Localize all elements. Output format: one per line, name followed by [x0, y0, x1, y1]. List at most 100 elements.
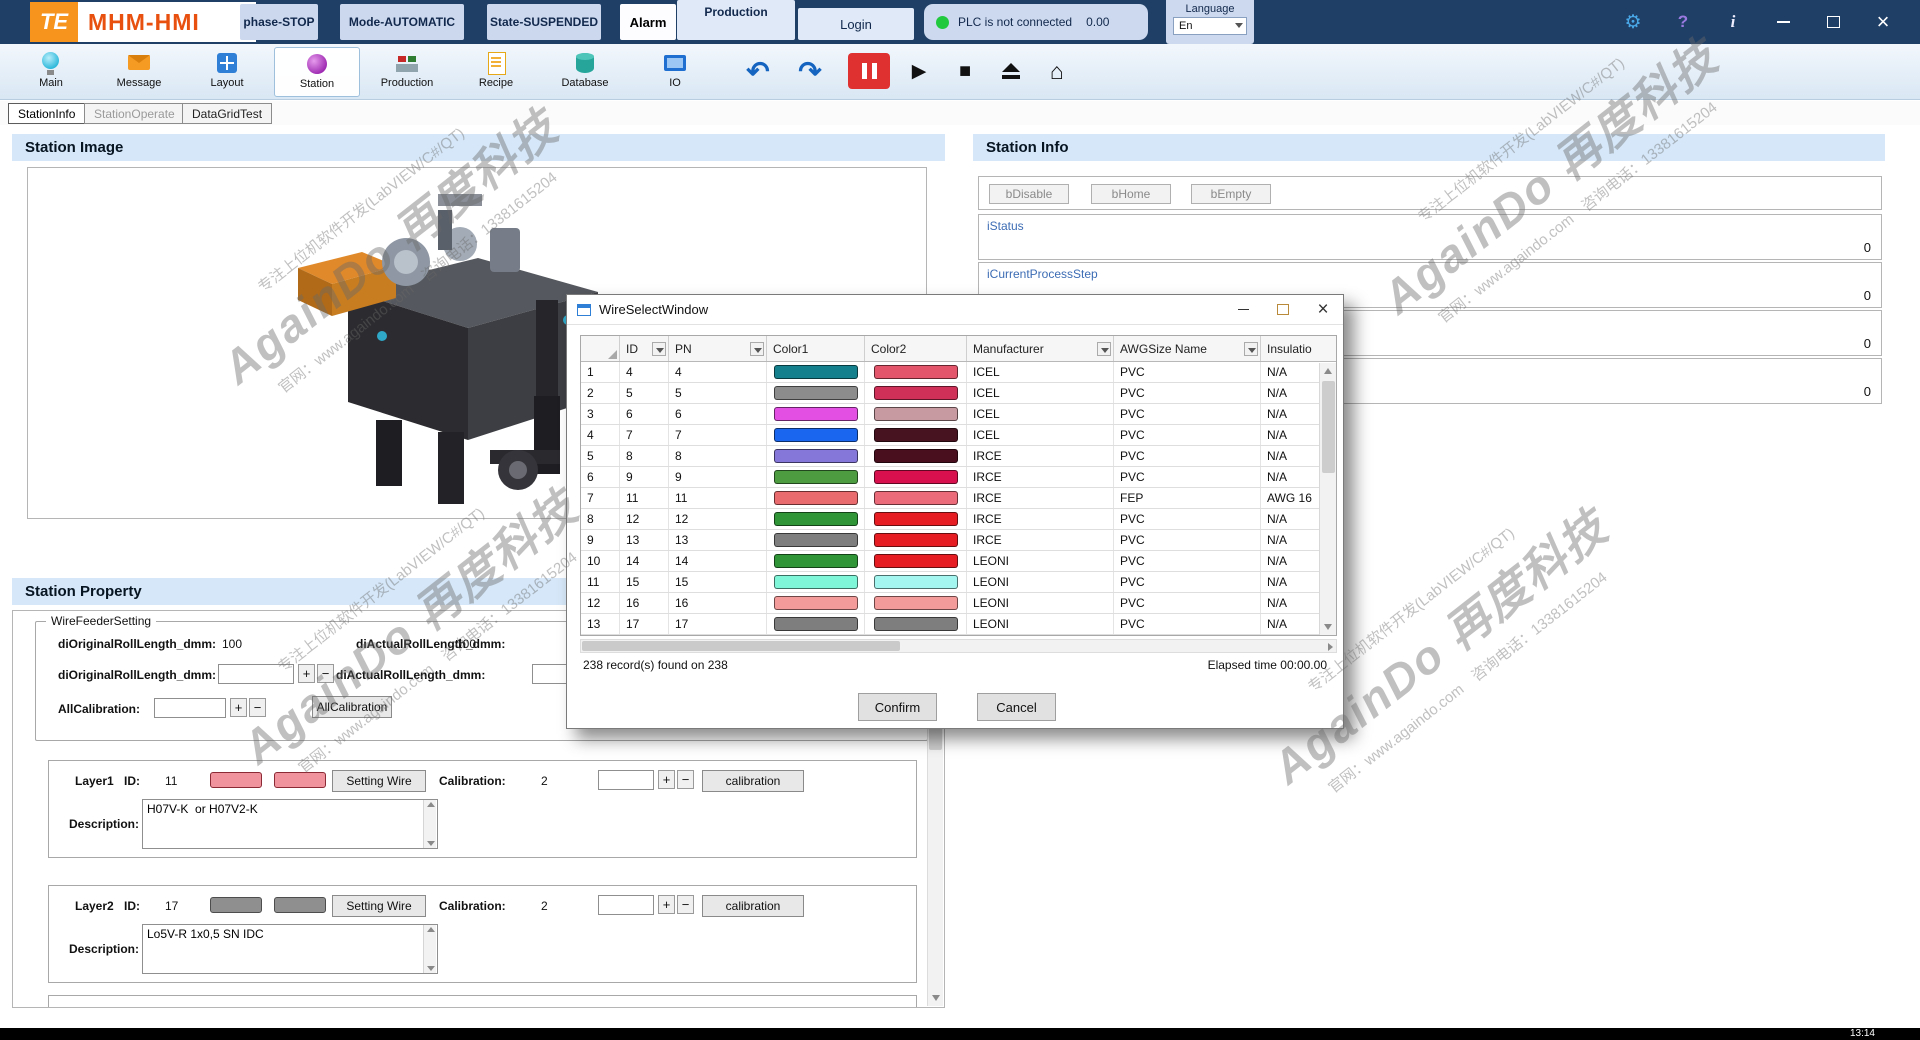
- state-status-button[interactable]: State-SUSPENDED: [487, 4, 601, 40]
- settings-icon[interactable]: [1612, 0, 1654, 44]
- allcalibration-input[interactable]: [154, 698, 226, 718]
- phase-status-button[interactable]: phase-STOP: [240, 4, 318, 40]
- increment-button[interactable]: +: [230, 698, 247, 717]
- dialog-close-button[interactable]: [1303, 295, 1343, 325]
- textarea-scrollbar[interactable]: [423, 925, 436, 973]
- mode-status-button[interactable]: Mode-AUTOMATIC: [340, 4, 464, 40]
- alarm-button[interactable]: Alarm: [620, 4, 676, 40]
- decrement-button[interactable]: −: [677, 770, 694, 789]
- allcalibration-button[interactable]: AllCalibration: [312, 696, 392, 718]
- station-icon: [305, 52, 329, 76]
- table-row[interactable]: 1 4 4 ICEL PVC N/A: [581, 362, 1336, 383]
- tab-stationinfo[interactable]: StationInfo: [8, 103, 86, 124]
- toolbar-item-main[interactable]: Main: [8, 47, 94, 97]
- stop-button[interactable]: [944, 53, 986, 89]
- table-row[interactable]: 12 16 16 LEONI PVC N/A: [581, 593, 1336, 614]
- filter-dropdown-icon[interactable]: [750, 342, 764, 356]
- redo-button[interactable]: [790, 52, 830, 90]
- login-button[interactable]: Login: [798, 8, 914, 40]
- grid-vertical-scrollbar[interactable]: [1319, 363, 1336, 635]
- increment-button[interactable]: +: [658, 770, 675, 789]
- toolbar-item-production[interactable]: Production: [364, 47, 450, 97]
- toolbar-item-layout[interactable]: Layout: [184, 47, 270, 97]
- toolbar-item-station[interactable]: Station: [274, 47, 360, 97]
- dialog-titlebar[interactable]: WireSelectWindow: [567, 295, 1343, 325]
- column-header-insulation[interactable]: Insulatio: [1261, 336, 1320, 361]
- increment-button[interactable]: +: [298, 664, 315, 683]
- increment-button[interactable]: +: [658, 895, 675, 914]
- calibration-input[interactable]: [598, 895, 654, 915]
- filter-dropdown-icon[interactable]: [1244, 342, 1258, 356]
- color1-swatch: [773, 575, 858, 589]
- dialog-maximize-button[interactable]: [1263, 295, 1303, 325]
- column-header-color1[interactable]: Color1: [767, 336, 865, 361]
- database-icon: [573, 51, 597, 75]
- info-icon[interactable]: [1712, 0, 1754, 44]
- decrement-button[interactable]: −: [317, 664, 334, 683]
- toolbar-item-message[interactable]: Message: [96, 47, 182, 97]
- help-icon[interactable]: [1662, 0, 1704, 44]
- decrement-button[interactable]: −: [249, 698, 266, 717]
- column-header-id[interactable]: ID: [620, 336, 669, 361]
- setting-wire-button[interactable]: Setting Wire: [332, 895, 426, 917]
- language-dropdown[interactable]: En: [1173, 17, 1247, 35]
- undo-button[interactable]: [738, 52, 778, 90]
- toolbar-item-io[interactable]: IO: [632, 47, 718, 97]
- description-textarea[interactable]: Lo5V-R 1x0,5 SN IDC: [142, 924, 438, 974]
- column-header-color2[interactable]: Color2: [865, 336, 967, 361]
- setting-wire-button[interactable]: Setting Wire: [332, 770, 426, 792]
- table-row[interactable]: 6 9 9 IRCE PVC N/A: [581, 467, 1336, 488]
- textarea-scrollbar[interactable]: [423, 800, 436, 848]
- tab-stationoperate[interactable]: StationOperate: [84, 103, 185, 124]
- dialog-minimize-button[interactable]: [1223, 295, 1263, 325]
- color1-swatch: [773, 617, 858, 631]
- production-tile[interactable]: Production: [677, 0, 795, 40]
- filter-dropdown-icon[interactable]: [652, 342, 666, 356]
- description-textarea[interactable]: H07V-K or H07V2-K: [142, 799, 438, 849]
- eject-button[interactable]: [990, 53, 1032, 89]
- awgsize-cell: PVC: [1114, 509, 1261, 529]
- table-row[interactable]: 2 5 5 ICEL PVC N/A: [581, 383, 1336, 404]
- confirm-button[interactable]: Confirm: [858, 693, 937, 721]
- bhome-button[interactable]: bHome: [1091, 184, 1171, 204]
- column-header-awgsize[interactable]: AWGSize Name: [1114, 336, 1261, 361]
- awgsize-cell: PVC: [1114, 467, 1261, 487]
- toolbar-item-database[interactable]: Database: [542, 47, 628, 97]
- toolbar-item-recipe[interactable]: Recipe: [453, 47, 539, 97]
- play-button[interactable]: [898, 53, 940, 89]
- bdisable-button[interactable]: bDisable: [989, 184, 1069, 204]
- decrement-button[interactable]: −: [677, 895, 694, 914]
- minimize-button[interactable]: [1762, 0, 1804, 44]
- maximize-button[interactable]: [1812, 0, 1854, 44]
- calibration-input[interactable]: [598, 770, 654, 790]
- cancel-button[interactable]: Cancel: [977, 693, 1056, 721]
- table-row[interactable]: 5 8 8 IRCE PVC N/A: [581, 446, 1336, 467]
- grid-horizontal-scrollbar[interactable]: [580, 639, 1337, 653]
- table-row[interactable]: 10 14 14 LEONI PVC N/A: [581, 551, 1336, 572]
- table-row[interactable]: 13 17 17 LEONI PVC N/A: [581, 614, 1336, 635]
- column-header-pn[interactable]: PN: [669, 336, 767, 361]
- table-row[interactable]: 3 6 6 ICEL PVC N/A: [581, 404, 1336, 425]
- color2-swatch: [873, 407, 958, 421]
- station-property-title: Station Property: [25, 583, 142, 600]
- wire-grid-body: 1 4 4 ICEL PVC N/A 2 5 5 ICEL PVC N/A 3 …: [581, 362, 1336, 635]
- table-row[interactable]: 9 13 13 IRCE PVC N/A: [581, 530, 1336, 551]
- home-button[interactable]: [1036, 53, 1078, 89]
- table-row[interactable]: 4 7 7 ICEL PVC N/A: [581, 425, 1336, 446]
- corner-header-cell[interactable]: [581, 336, 620, 361]
- calibration-button[interactable]: calibration: [702, 895, 804, 917]
- close-button[interactable]: [1862, 0, 1904, 44]
- calibration-button[interactable]: calibration: [702, 770, 804, 792]
- table-row[interactable]: 11 15 15 LEONI PVC N/A: [581, 572, 1336, 593]
- tab-datagridtest[interactable]: DataGridTest: [182, 103, 273, 124]
- filter-dropdown-icon[interactable]: [1097, 342, 1111, 356]
- pn-cell: 4: [669, 362, 767, 382]
- roll-length-input[interactable]: [218, 664, 294, 684]
- actual-roll-length-label: diActualRollLength_dmm:: [356, 637, 506, 651]
- bempty-button[interactable]: bEmpty: [1191, 184, 1271, 204]
- column-header-manufacturer[interactable]: Manufacturer: [967, 336, 1114, 361]
- row-number-cell: 13: [581, 614, 620, 634]
- table-row[interactable]: 7 11 11 IRCE FEP AWG 16: [581, 488, 1336, 509]
- pause-button[interactable]: [848, 53, 890, 89]
- table-row[interactable]: 8 12 12 IRCE PVC N/A: [581, 509, 1336, 530]
